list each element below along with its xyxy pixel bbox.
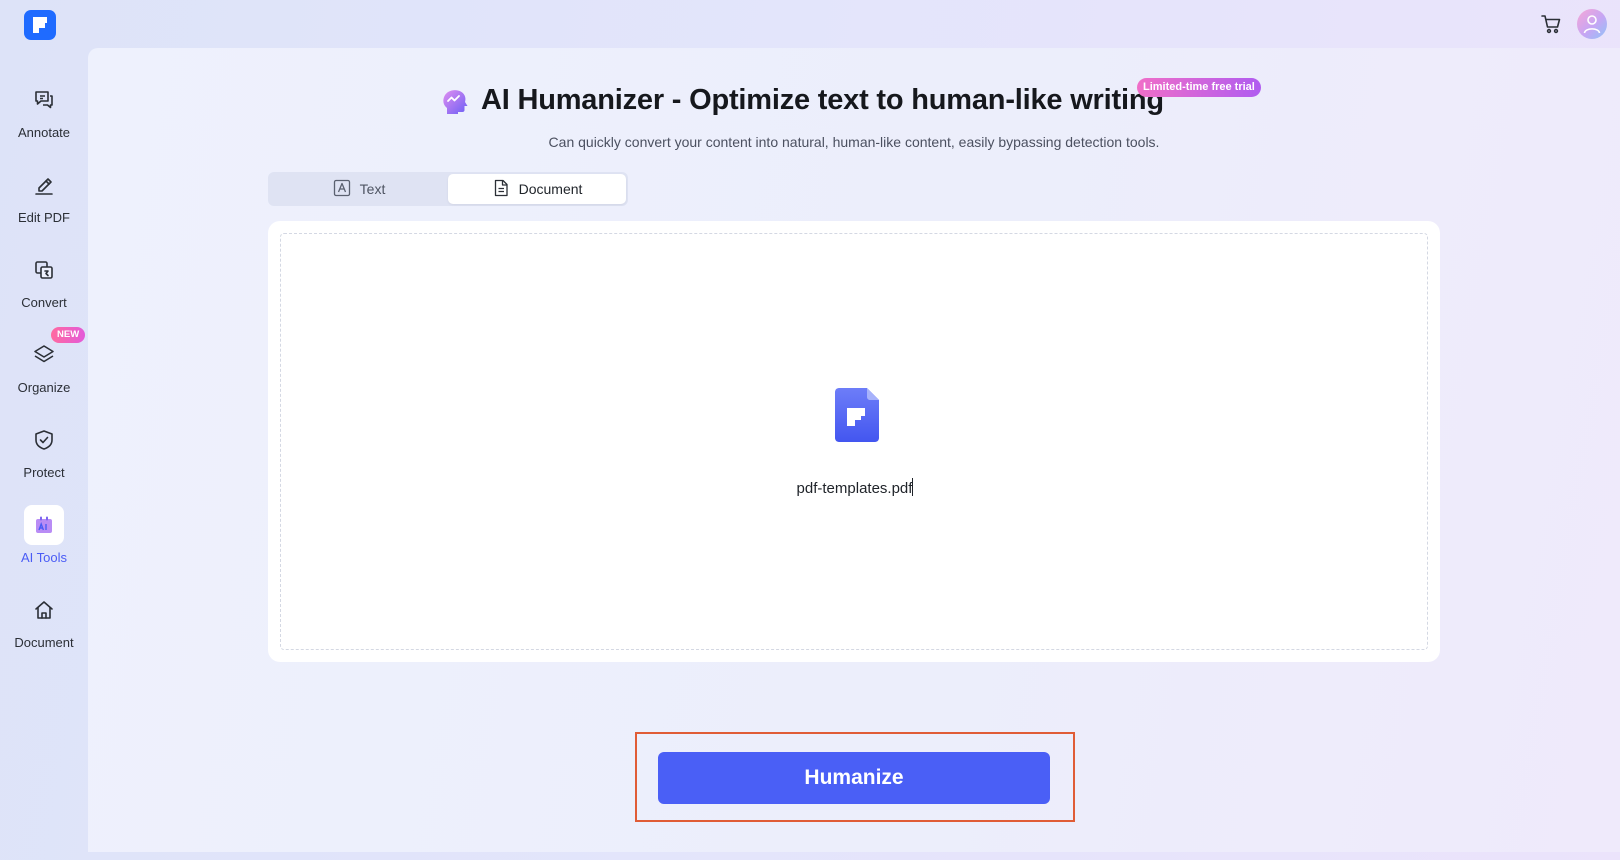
- trial-badge: Limited-time free trial: [1137, 78, 1261, 97]
- sidebar-item-annotate[interactable]: Annotate: [0, 72, 88, 152]
- app-logo-icon[interactable]: [24, 10, 56, 40]
- tab-label: Document: [518, 181, 583, 197]
- file-name-text: pdf-templates.pdf: [796, 480, 913, 497]
- shield-icon: [24, 420, 64, 460]
- tab-text[interactable]: Text: [270, 174, 448, 204]
- home-icon: [24, 590, 64, 630]
- text-caret: [912, 478, 914, 496]
- sidebar: Annotate Edit PDF Convert NEW Organize P…: [0, 48, 88, 860]
- sidebar-item-ai-tools[interactable]: AI Tools: [0, 497, 88, 577]
- sidebar-item-label: Convert: [21, 295, 67, 310]
- user-avatar-icon[interactable]: [1577, 9, 1607, 39]
- sidebar-item-organize[interactable]: NEW Organize: [0, 327, 88, 407]
- document-icon: [492, 179, 510, 200]
- page-title: AI Humanizer - Optimize text to human-li…: [481, 84, 1164, 116]
- sidebar-item-edit-pdf[interactable]: Edit PDF: [0, 157, 88, 237]
- cart-icon[interactable]: [1540, 13, 1562, 35]
- tab-label: Text: [359, 181, 386, 197]
- convert-icon: [24, 250, 64, 290]
- tab-document[interactable]: Document: [448, 174, 626, 204]
- sidebar-item-label: Edit PDF: [17, 210, 70, 225]
- document-card: pdf-templates.pdf: [268, 221, 1440, 662]
- main-panel: AI Humanizer - Optimize text to human-li…: [88, 48, 1620, 852]
- pdf-file-icon: [835, 388, 879, 442]
- ai-humanizer-head-icon: [439, 86, 471, 118]
- sidebar-item-convert[interactable]: Convert: [0, 242, 88, 322]
- ai-tools-icon: [24, 505, 64, 545]
- file-name-field[interactable]: pdf-templates.pdf: [281, 478, 1429, 497]
- sidebar-item-label: Document: [14, 635, 74, 650]
- sidebar-item-label: Protect: [23, 465, 65, 480]
- sidebar-item-label: Annotate: [17, 125, 71, 140]
- edit-pdf-icon: [24, 165, 64, 205]
- sidebar-item-document[interactable]: Document: [0, 582, 88, 662]
- humanize-button[interactable]: Humanize: [658, 752, 1050, 804]
- sidebar-item-label: Organize: [17, 380, 71, 395]
- new-badge: NEW: [51, 327, 86, 343]
- annotate-icon: [24, 80, 64, 120]
- page-subtitle: Can quickly convert your content into na…: [548, 134, 1160, 150]
- input-mode-tabs: Text Document: [268, 172, 628, 206]
- top-bar: [0, 0, 1620, 48]
- text-a-icon: [333, 179, 351, 200]
- title-row: AI Humanizer - Optimize text to human-li…: [88, 78, 1620, 124]
- document-drop-zone[interactable]: pdf-templates.pdf: [280, 233, 1428, 650]
- sidebar-item-label: AI Tools: [20, 550, 67, 565]
- sidebar-item-protect[interactable]: Protect: [0, 412, 88, 492]
